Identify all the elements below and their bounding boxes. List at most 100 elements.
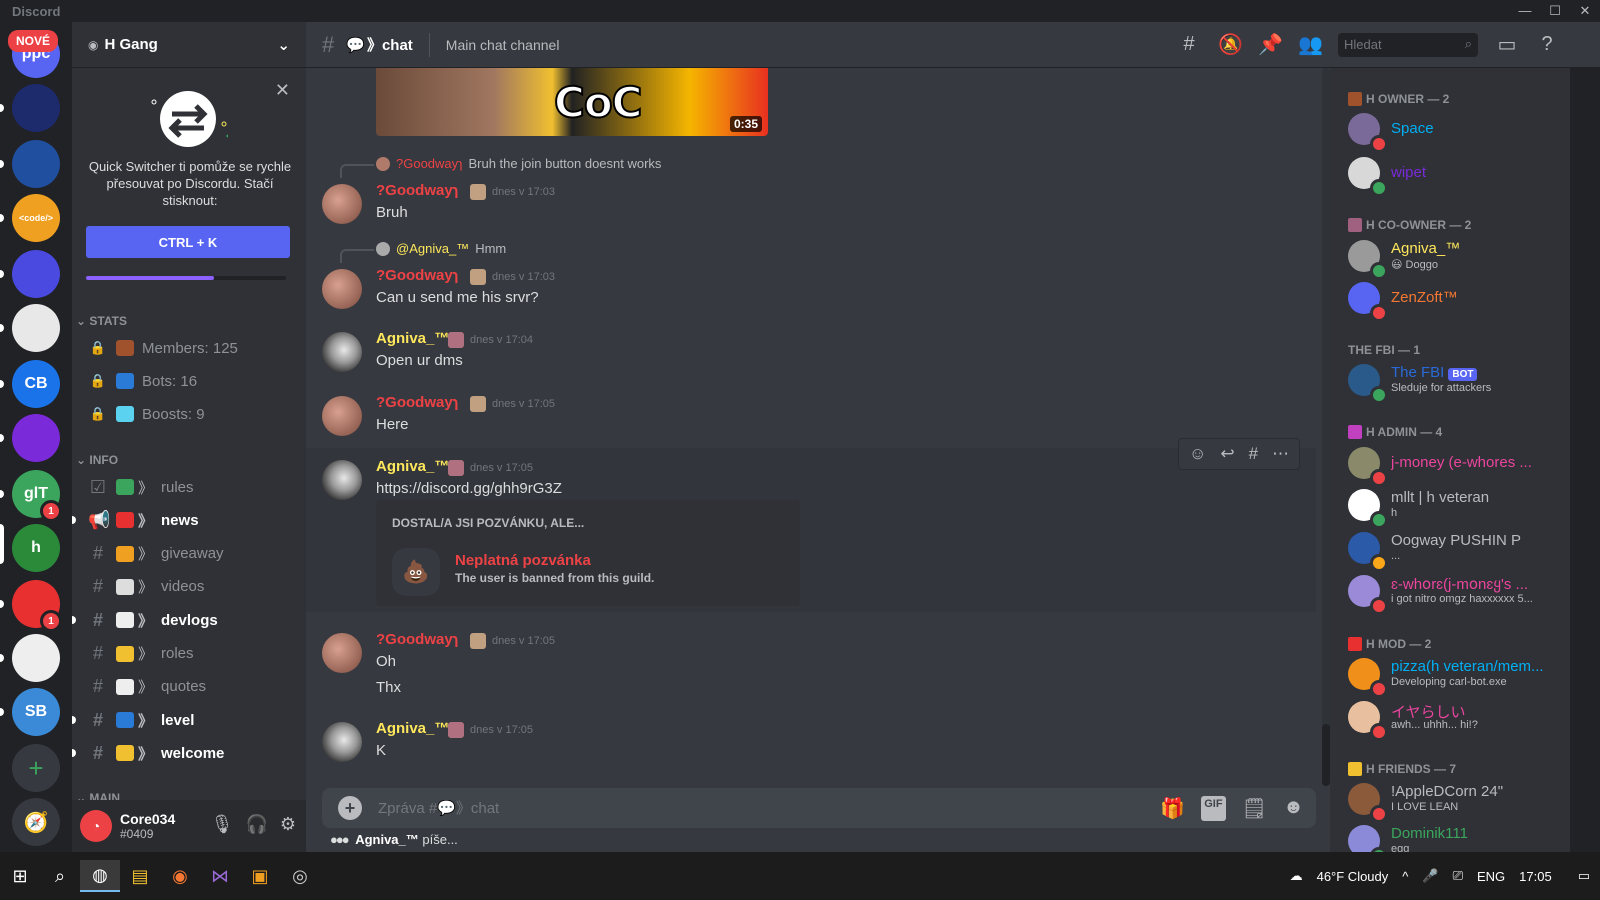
close-window-button[interactable]: ✕ (1570, 0, 1600, 22)
avatar[interactable] (322, 269, 362, 309)
avatar[interactable] (322, 722, 362, 762)
maximize-button[interactable]: ☐ (1540, 0, 1570, 22)
stats-channel[interactable]: 🔒 Members: 125 (80, 332, 298, 364)
avatar[interactable] (322, 396, 362, 436)
search-icon[interactable]: ⌕ (40, 860, 80, 892)
member-item[interactable]: pizza(h veteran/mem... Developing carl-bo… (1348, 653, 1560, 698)
gift-icon[interactable]: 🎁 (1160, 796, 1185, 821)
search-input[interactable]: Hledat ⌕ (1338, 32, 1478, 57)
language-indicator[interactable]: ENG (1477, 869, 1505, 884)
channel-news[interactable]: 📢 》 news (72, 504, 298, 536)
member-item[interactable]: Oogway PUSHIN P... (1348, 527, 1560, 572)
sticker-icon[interactable]: 🗒 (1242, 796, 1267, 821)
member-item[interactable]: j-money (e-whores ... (1348, 442, 1560, 487)
notification-bell-muted-icon[interactable]: 🔕 (1218, 32, 1243, 57)
server-icon[interactable] (12, 414, 60, 462)
add-server-button[interactable]: + (12, 744, 60, 792)
create-thread-icon[interactable]: # (1249, 444, 1258, 464)
category-stats[interactable]: ⌄ STATS (76, 314, 127, 328)
message-author[interactable]: ?Goodwayɿ (376, 267, 459, 284)
server-icon[interactable]: <code/> (12, 194, 60, 242)
network-icon[interactable]: ⎚ (1453, 868, 1463, 884)
help-icon[interactable]: ? (1536, 33, 1558, 56)
member-item[interactable]: ZenZoft™ (1348, 277, 1560, 322)
quick-switcher-shortcut-button[interactable]: CTRL + K (86, 226, 290, 258)
stats-channel[interactable]: 🔒 Bots: 16 (80, 365, 298, 397)
message-input[interactable] (378, 799, 1138, 817)
reply-preview[interactable]: @Agniva_™ Hmm (340, 241, 506, 263)
category-info[interactable]: ⌄ INFO (76, 453, 118, 467)
invite-link[interactable]: https://discord.gg/ghh9rG3Z (376, 480, 562, 497)
reply-preview[interactable]: ?Goodwayɿ Bruh the join button doesnt wor… (340, 156, 661, 178)
notification-center-icon[interactable]: ▭ (1578, 868, 1590, 884)
message-author[interactable]: Agniva_™ (376, 720, 449, 737)
server-icon[interactable] (12, 140, 60, 188)
server-icon[interactable] (12, 84, 60, 132)
clock[interactable]: 17:05 (1519, 869, 1552, 884)
firefox-icon[interactable]: ◉ (160, 860, 200, 892)
visual-studio-icon[interactable]: ⋈ (200, 860, 240, 892)
emoji-icon[interactable]: ☻ (1283, 796, 1304, 821)
server-icon[interactable] (12, 304, 60, 352)
message-author[interactable]: Agniva_™ (376, 458, 449, 475)
server-icon[interactable]: h (12, 524, 60, 572)
explore-servers-compass-icon[interactable]: 🧭 (12, 798, 60, 846)
channel-devlogs[interactable]: # 》 devlogs (72, 604, 298, 636)
channel-level[interactable]: # 》 level (72, 704, 298, 736)
server-icon[interactable] (12, 634, 60, 682)
attach-plus-icon[interactable]: + (338, 796, 362, 820)
inbox-icon[interactable]: ▭ (1496, 32, 1518, 57)
file-explorer-icon[interactable]: ▤ (120, 860, 160, 892)
new-badge[interactable]: NOVÉ (8, 30, 59, 52)
reply-icon[interactable]: ↩ (1220, 444, 1234, 464)
avatar[interactable] (322, 332, 362, 372)
member-item[interactable]: The FBI BOT Sleduje for attackers (1348, 359, 1560, 404)
member-item[interactable]: Space (1348, 108, 1560, 153)
headphones-icon[interactable]: 🎧 (245, 814, 267, 835)
member-item[interactable]: wipet (1348, 152, 1560, 197)
channel-videos[interactable]: # 》 videos (80, 571, 298, 603)
message-author[interactable]: ?Goodwayɿ (376, 394, 459, 411)
member-list-icon[interactable]: 👥 (1298, 32, 1323, 57)
channel-quotes[interactable]: # 》 quotes (80, 671, 298, 703)
avatar[interactable] (322, 633, 362, 673)
member-item[interactable]: mllt | h veteran h (1348, 484, 1560, 529)
pin-icon[interactable]: 📌 (1258, 32, 1283, 57)
message-scrollbar[interactable] (1322, 68, 1330, 786)
add-reaction-icon[interactable]: ☺ (1189, 444, 1206, 464)
discord-taskbar-icon[interactable]: ◍ (80, 860, 120, 892)
close-icon[interactable]: ✕ (275, 80, 290, 101)
server-icon[interactable]: SB (12, 688, 60, 736)
stats-channel[interactable]: 🔒 Boosts: 9 (80, 398, 298, 430)
server-icon[interactable] (12, 250, 60, 298)
gear-icon[interactable]: ⚙ (280, 814, 296, 835)
channel-rules[interactable]: ☑ 》 rules (80, 471, 298, 503)
chrome-style-icon[interactable]: ◎ (280, 860, 320, 892)
member-item[interactable]: !AppleDCorn 24" I LOVE LEAN (1348, 778, 1560, 823)
channel-roles[interactable]: # 》 roles (80, 638, 298, 670)
avatar[interactable]: ◔ (80, 810, 112, 842)
app-window-icon[interactable]: ▣ (240, 860, 280, 892)
message-author[interactable]: ?Goodwayɿ (376, 631, 459, 648)
member-item[interactable]: イヤらしい awh... uhhh... hi!? (1348, 696, 1560, 741)
member-item[interactable]: Agniva_™ 😃 Doggo (1348, 235, 1560, 280)
gif-button[interactable]: GIF (1201, 796, 1226, 821)
minimize-button[interactable]: — (1510, 0, 1540, 22)
chevron-up-icon[interactable]: ^ (1402, 869, 1408, 884)
message-scroll-thumb[interactable] (1322, 724, 1330, 786)
threads-icon[interactable]: # (1178, 33, 1200, 56)
guild-header[interactable]: ◉ H Gang ⌄ (72, 22, 306, 68)
avatar[interactable] (322, 460, 362, 500)
member-item[interactable]: ɛ-whօrɛ(j-mօnɛყ's ... i got nitro omgz ha… (1348, 570, 1560, 615)
video-thumbnail[interactable]: CoC 0:35 (376, 68, 768, 136)
server-icon[interactable]: CB (12, 360, 60, 408)
message-author[interactable]: Agniva_™ (376, 330, 449, 347)
avatar[interactable] (322, 184, 362, 224)
channel-welcome[interactable]: # 》 welcome (72, 737, 298, 769)
message-author[interactable]: ?Goodwayɿ (376, 182, 459, 199)
channel-giveaway[interactable]: # 》 giveaway (80, 538, 298, 570)
windows-start-icon[interactable]: ⊞ (0, 860, 40, 892)
mute-mic-icon[interactable]: 🎙 (211, 814, 234, 835)
microphone-icon[interactable]: 🎤 (1422, 868, 1438, 884)
more-options-icon[interactable]: ⋯ (1272, 444, 1289, 464)
